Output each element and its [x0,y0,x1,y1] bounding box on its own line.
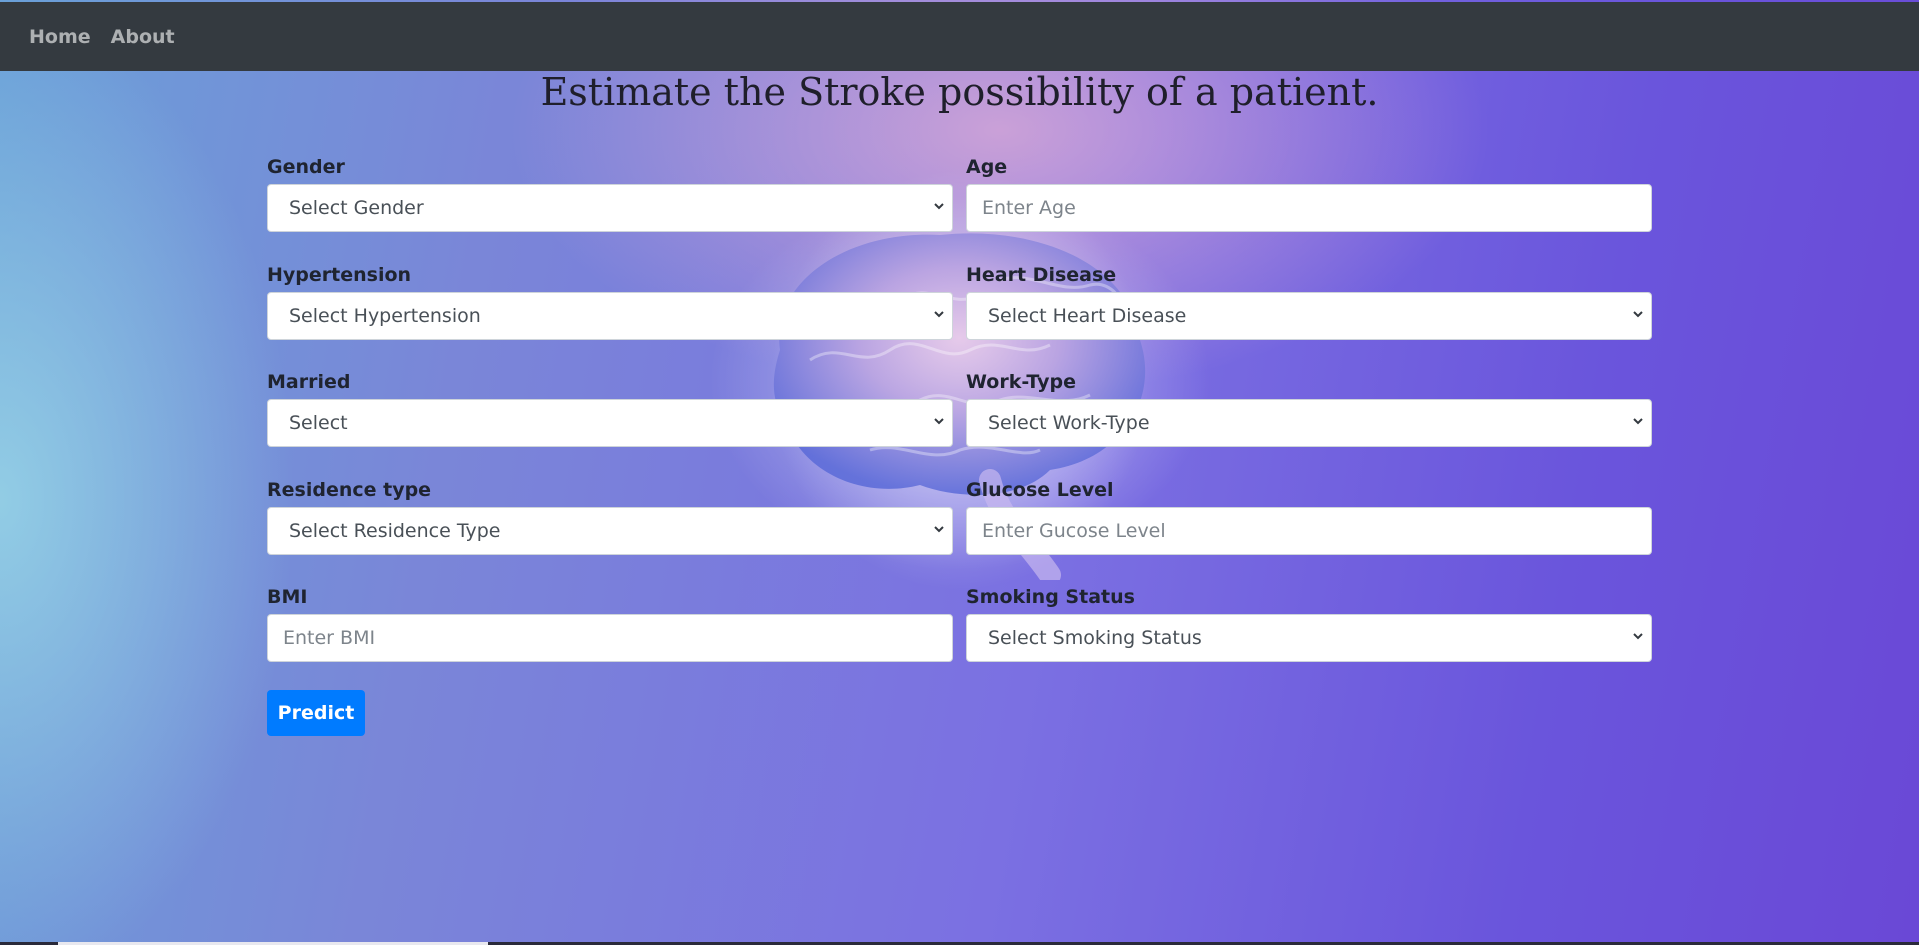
chevron-down-icon [1633,633,1643,640]
bmi-label: BMI [267,586,308,608]
chevron-down-icon [934,311,944,318]
hypertension-field: Hypertension Select Hypertension [267,258,953,340]
nav-home-link[interactable]: Home [29,26,91,48]
glucose-level-field: Glucose Level Enter Gucose Level [966,473,1652,555]
heart-disease-field: Heart Disease Select Heart Disease [966,258,1652,340]
chevron-down-icon [934,203,944,210]
hypertension-label: Hypertension [267,264,412,286]
married-field: Married Select [267,365,953,447]
work-type-select-value: Select Work-Type [988,412,1150,434]
heart-disease-select-value: Select Heart Disease [988,305,1187,327]
hypertension-select[interactable]: Select Hypertension [267,292,953,340]
bmi-input-placeholder: Enter BMI [283,627,376,649]
gender-label: Gender [267,156,345,178]
work-type-label: Work-Type [966,371,1077,393]
work-type-select[interactable]: Select Work-Type [966,399,1652,447]
smoking-status-field: Smoking Status Select Smoking Status [966,580,1652,662]
page-title: Estimate the Stroke possibility of a pat… [540,70,1379,114]
smoking-status-select[interactable]: Select Smoking Status [966,614,1652,662]
top-navbar: Home About [0,2,1919,71]
heart-disease-label: Heart Disease [966,264,1117,286]
residence-type-select-value: Select Residence Type [289,520,501,542]
chevron-down-icon [1633,311,1643,318]
gender-select-value: Select Gender [289,197,424,219]
glucose-level-input-placeholder: Enter Gucose Level [982,520,1166,542]
age-input[interactable]: Enter Age [966,184,1652,232]
married-select-value: Select [289,412,348,434]
bmi-field: BMI Enter BMI [267,580,953,662]
married-select[interactable]: Select [267,399,953,447]
predict-button[interactable]: Predict [267,690,365,736]
chevron-down-icon [1633,418,1643,425]
glucose-level-input[interactable]: Enter Gucose Level [966,507,1652,555]
gender-field: Gender Select Gender [267,150,953,232]
work-type-field: Work-Type Select Work-Type [966,365,1652,447]
bmi-input[interactable]: Enter BMI [267,614,953,662]
residence-type-select[interactable]: Select Residence Type [267,507,953,555]
smoking-status-select-value: Select Smoking Status [988,627,1202,649]
chevron-down-icon [934,526,944,533]
glucose-level-label: Glucose Level [966,479,1114,501]
age-input-placeholder: Enter Age [982,197,1076,219]
residence-type-label: Residence type [267,479,432,501]
chevron-down-icon [934,418,944,425]
married-label: Married [267,371,351,393]
age-label: Age [966,156,1008,178]
heart-disease-select[interactable]: Select Heart Disease [966,292,1652,340]
gender-select[interactable]: Select Gender [267,184,953,232]
nav-about-link[interactable]: About [111,26,175,48]
age-field: Age Enter Age [966,150,1652,232]
residence-type-field: Residence type Select Residence Type [267,473,953,555]
smoking-status-label: Smoking Status [966,586,1135,608]
hypertension-select-value: Select Hypertension [289,305,481,327]
